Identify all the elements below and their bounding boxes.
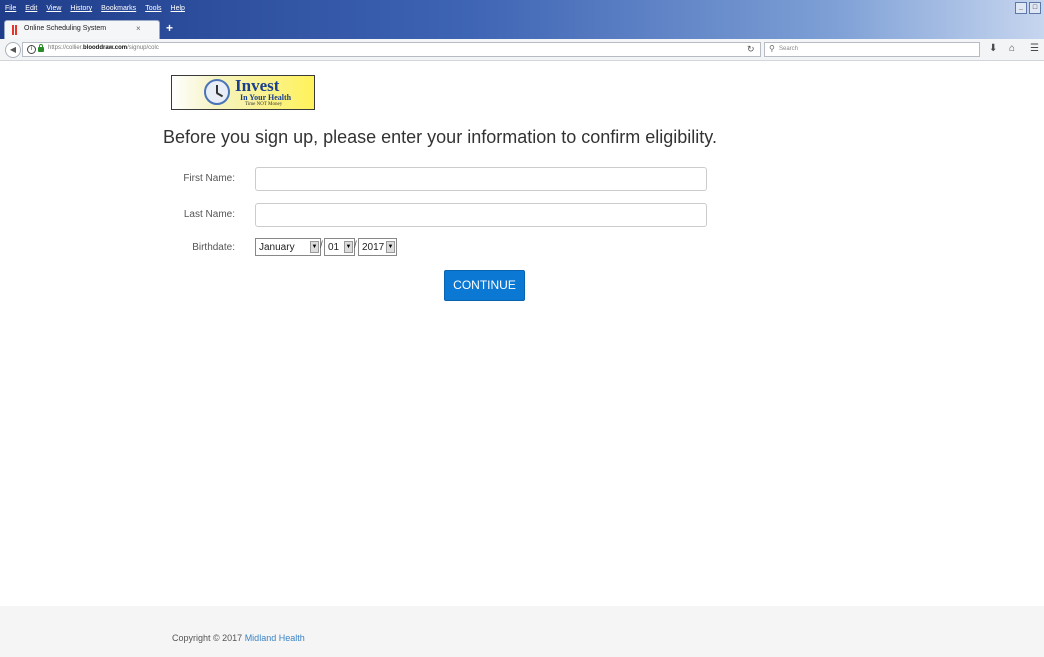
footer: Copyright © 2017 Midland Health xyxy=(0,606,1044,657)
menu-history[interactable]: History xyxy=(70,3,92,17)
new-tab-button[interactable]: + xyxy=(166,21,173,35)
menu-view[interactable]: View xyxy=(46,3,61,17)
chevron-down-icon: ▼ xyxy=(344,241,353,253)
first-name-field[interactable] xyxy=(255,167,707,191)
url-text: https://collier.blooddraw.com/signup/col… xyxy=(48,45,159,51)
birth-month-select[interactable]: January ▼ xyxy=(255,238,321,256)
date-separator: / xyxy=(354,240,357,251)
invest-logo: Invest In Your Health Time NOT Money xyxy=(171,75,315,110)
last-name-label: Last Name: xyxy=(183,209,235,220)
last-name-field[interactable] xyxy=(255,203,707,227)
continue-button[interactable]: CONTINUE xyxy=(444,270,525,301)
menu-bookmarks[interactable]: Bookmarks xyxy=(101,3,136,17)
minimize-button[interactable]: _ xyxy=(1015,2,1027,14)
search-placeholder: Search xyxy=(779,46,799,52)
logo-tagline: Time NOT Money xyxy=(245,102,283,107)
chevron-down-icon: ▼ xyxy=(386,241,395,253)
browser-tab[interactable]: Online Scheduling System × xyxy=(4,20,160,39)
search-icon: ⚲ xyxy=(769,44,775,53)
birthdate-label: Birthdate: xyxy=(192,242,235,253)
download-icon[interactable]: ⬇ xyxy=(989,43,997,54)
back-button[interactable]: ◀ xyxy=(5,42,21,58)
favicon-icon xyxy=(12,25,18,35)
menu-bar: File Edit View History Bookmarks Tools H… xyxy=(5,3,185,17)
copyright-text: Copyright © 2017 Midland Health xyxy=(172,633,305,643)
menu-tools[interactable]: Tools xyxy=(145,3,161,17)
window-controls: _ □ xyxy=(1015,2,1041,14)
address-bar[interactable]: i https://collier.blooddraw.com/signup/c… xyxy=(22,42,761,57)
home-icon[interactable]: ⌂ xyxy=(1009,43,1015,54)
birth-day-select[interactable]: 01 ▼ xyxy=(324,238,355,256)
chevron-down-icon: ▼ xyxy=(310,241,319,253)
birth-year-select[interactable]: 2017 ▼ xyxy=(358,238,397,256)
menu-help[interactable]: Help xyxy=(171,3,185,17)
page-heading: Before you sign up, please enter your in… xyxy=(163,127,717,147)
restore-button[interactable]: □ xyxy=(1029,2,1041,14)
search-input[interactable]: ⚲ Search xyxy=(764,42,980,57)
browser-titlebar: File Edit View History Bookmarks Tools H… xyxy=(0,0,1044,39)
tab-title: Online Scheduling System xyxy=(24,25,107,32)
menu-edit[interactable]: Edit xyxy=(25,3,37,17)
info-icon[interactable]: i xyxy=(27,45,36,54)
lock-icon[interactable] xyxy=(38,44,44,52)
tab-close-icon[interactable]: × xyxy=(136,24,141,33)
midland-health-link[interactable]: Midland Health xyxy=(245,633,305,643)
clock-icon xyxy=(204,79,230,105)
menu-file[interactable]: File xyxy=(5,3,16,17)
logo-line2: In Your Health xyxy=(240,93,292,102)
reload-icon[interactable]: ↻ xyxy=(747,44,755,55)
birth-year-value: 2017 xyxy=(362,242,385,253)
hamburger-menu-icon[interactable]: ☰ xyxy=(1030,43,1039,54)
date-separator: / xyxy=(320,240,323,251)
birth-month-value: January xyxy=(259,242,295,253)
first-name-label: First Name: xyxy=(183,173,235,184)
birth-day-value: 01 xyxy=(328,242,340,253)
